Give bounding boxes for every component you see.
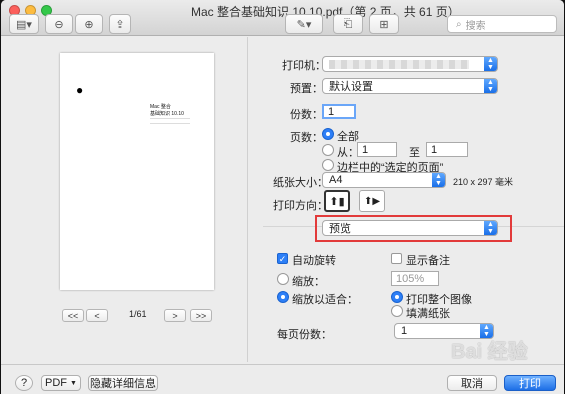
zoom-out-button[interactable]: ⊖ bbox=[45, 14, 73, 34]
printer-name-redacted bbox=[329, 59, 469, 69]
window-title: Mac 整合基础知识 10.10.pdf（第 2 页，共 61 页） bbox=[191, 5, 460, 19]
paper-dimensions: 210 x 297 毫米 bbox=[453, 177, 514, 187]
preset-value: 默认设置 bbox=[329, 81, 373, 93]
pages-from-label: 从： bbox=[337, 147, 359, 159]
title-bar: Mac 整合基础知识 10.10.pdf（第 2 页，共 61 页） ▤▾ ⊖ … bbox=[1, 0, 564, 36]
portrait-icon: ⬆▮ bbox=[329, 195, 345, 208]
markup-button[interactable]: ✎▾ bbox=[285, 14, 323, 34]
paper-size-label: 纸张大小： bbox=[273, 177, 328, 189]
section-select[interactable]: 预览 ▲ ▼ bbox=[322, 220, 498, 236]
paper-size-select[interactable]: A4 ▲ ▼ bbox=[322, 172, 446, 188]
landscape-icon: ⬆▶ bbox=[363, 195, 381, 207]
paper-size-value: A4 bbox=[329, 174, 343, 186]
pane-divider bbox=[247, 37, 248, 362]
preview-pane: ● Mac 整合 基础知识 10.10 << < 1/61 > >> bbox=[1, 37, 247, 362]
page-title-line2: 基础知识 10.10 bbox=[150, 111, 184, 117]
scale-label: 缩放： bbox=[292, 276, 325, 288]
chevron-updown-icon: ▲ ▼ bbox=[432, 173, 445, 187]
zoom-out-icon: ⊖ bbox=[54, 18, 64, 31]
pages-all-radio[interactable] bbox=[322, 128, 334, 140]
page-title-line1: Mac 整合 bbox=[150, 104, 171, 110]
pages-label: 页数： bbox=[290, 132, 323, 144]
print-entire-image-radio[interactable] bbox=[391, 291, 403, 303]
rotate-icon: ⎗ bbox=[343, 17, 353, 30]
section-value: 预览 bbox=[329, 223, 351, 235]
auto-rotate-checkbox[interactable]: ✓ bbox=[277, 253, 288, 264]
show-notes-label: 显示备注 bbox=[406, 255, 450, 267]
chevron-updown-icon: ▲ ▼ bbox=[484, 79, 497, 93]
portrait-orientation-button[interactable]: ⬆▮ bbox=[324, 190, 350, 212]
pages-selection-radio[interactable] bbox=[322, 159, 334, 171]
search-icon: ⌕ bbox=[456, 18, 462, 30]
scale-radio[interactable] bbox=[277, 273, 289, 285]
first-page-button[interactable]: << bbox=[62, 309, 84, 322]
pages-range-radio[interactable] bbox=[322, 144, 334, 156]
footer-divider bbox=[1, 364, 564, 365]
rotate-button[interactable]: ⎗ bbox=[333, 14, 363, 34]
zoom-in-button[interactable]: ⊕ bbox=[75, 14, 103, 34]
next-page-button[interactable]: > bbox=[164, 309, 186, 322]
auto-rotate-label: 自动旋转 bbox=[292, 255, 336, 267]
fill-paper-label: 填满纸张 bbox=[406, 308, 450, 320]
pages-to-label: 至 bbox=[409, 147, 420, 159]
search-placeholder: 搜索 bbox=[465, 20, 486, 32]
search-input[interactable]: ⌕ 搜索 bbox=[447, 15, 557, 33]
toolbox-icon: ⊞ bbox=[379, 18, 389, 31]
chevron-down-icon: ▼ bbox=[70, 379, 77, 387]
printer-label: 打印机： bbox=[282, 60, 326, 72]
preset-label: 预置： bbox=[290, 83, 323, 95]
toolbox-button[interactable]: ⊞ bbox=[369, 14, 399, 34]
scale-to-fit-radio[interactable] bbox=[277, 291, 289, 303]
print-button[interactable]: 打印 bbox=[504, 375, 556, 391]
orientation-label: 打印方向： bbox=[273, 200, 328, 212]
show-notes-checkbox[interactable] bbox=[391, 253, 402, 264]
printer-select[interactable]: ▲ ▼ bbox=[322, 56, 498, 72]
hide-details-button[interactable]: 隐藏详细信息 bbox=[88, 375, 158, 391]
pages-all-label: 全部 bbox=[337, 131, 359, 143]
previous-page-button[interactable]: < bbox=[86, 309, 108, 322]
sidebar-icon: ▤▾ bbox=[16, 18, 32, 31]
copies-label: 份数： bbox=[290, 109, 323, 121]
scale-field[interactable]: 105% bbox=[391, 271, 439, 286]
page-thumbnail[interactable]: ● Mac 整合 基础知识 10.10 bbox=[60, 53, 214, 290]
last-page-button[interactable]: >> bbox=[190, 309, 212, 322]
page-subtitle-lines bbox=[150, 118, 190, 124]
print-window: Mac 整合基础知识 10.10.pdf（第 2 页，共 61 页） ▤▾ ⊖ … bbox=[1, 0, 564, 394]
cancel-button[interactable]: 取消 bbox=[447, 375, 497, 391]
copies-per-page-label: 每页份数： bbox=[277, 329, 332, 341]
chevron-updown-icon: ▲ ▼ bbox=[484, 57, 497, 71]
fill-paper-radio[interactable] bbox=[391, 305, 403, 317]
sidebar-toggle-button[interactable]: ▤▾ bbox=[9, 14, 39, 34]
copies-per-page-value: 1 bbox=[401, 325, 408, 337]
pdf-label: PDF bbox=[45, 377, 68, 389]
watermark: Bai 经验 bbox=[451, 341, 528, 363]
landscape-orientation-button[interactable]: ⬆▶ bbox=[359, 190, 385, 212]
copies-field[interactable]: 1 bbox=[322, 104, 356, 119]
help-button[interactable]: ? bbox=[15, 375, 33, 391]
chevron-updown-icon: ▲ ▼ bbox=[484, 221, 497, 235]
zoom-in-icon: ⊕ bbox=[84, 18, 94, 31]
apple-logo-icon: ● bbox=[76, 83, 84, 97]
pages-to-field[interactable]: 1 bbox=[426, 142, 468, 157]
page-indicator: 1/61 bbox=[129, 309, 147, 319]
pdf-menu-button[interactable]: PDF ▼ bbox=[41, 375, 81, 391]
share-button[interactable]: ⇪ bbox=[109, 14, 131, 34]
preset-select[interactable]: 默认设置 ▲ ▼ bbox=[322, 78, 498, 94]
pages-from-field[interactable]: 1 bbox=[357, 142, 397, 157]
share-icon: ⇪ bbox=[115, 18, 125, 31]
pen-icon: ✎▾ bbox=[296, 18, 312, 31]
scale-to-fit-label: 缩放以适合： bbox=[292, 294, 358, 306]
